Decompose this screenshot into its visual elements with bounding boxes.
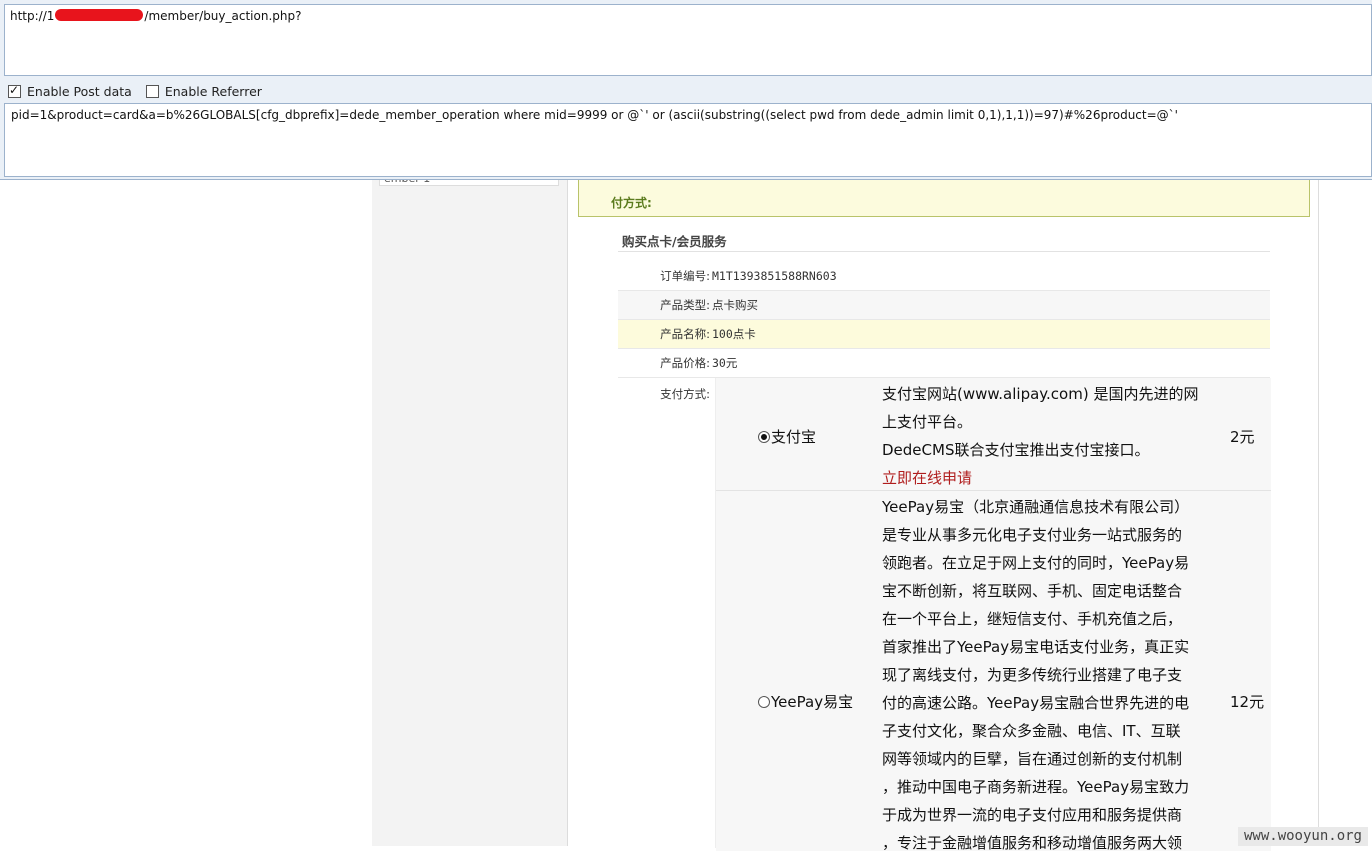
- desc-line: 网等领域内的巨擘，旨在通过创新的支付机制: [882, 750, 1183, 768]
- options-row: Enable Post data Enable Referrer: [8, 82, 276, 100]
- yeepay-description: YeePay易宝（北京通融通信息技术有限公司） 是专业从事多元化电子支付业务一站…: [882, 493, 1212, 857]
- payment-table: 支付宝 支付宝网站(www.alipay.com) 是国内先进的网 上支付平台。…: [715, 378, 1271, 852]
- enable-post-checkbox[interactable]: Enable Post data: [8, 83, 132, 99]
- section-divider: [618, 251, 1270, 252]
- alipay-name: 支付宝: [771, 428, 817, 446]
- desc-line: 付的高速公路。YeePay易宝融合世界先进的电: [882, 694, 1190, 712]
- enable-referrer-checkbox[interactable]: Enable Referrer: [145, 83, 262, 99]
- product-price-value: 30元: [712, 356, 738, 370]
- checkbox-box[interactable]: [8, 83, 21, 98]
- desc-line: ，推动中国电子商务新进程。YeePay易宝致力: [882, 778, 1190, 796]
- alipay-fee: 2元: [1230, 428, 1255, 446]
- desc-line: 是专业从事多元化电子支付业务一站式服务的: [882, 526, 1183, 544]
- enable-referrer-label: Enable Referrer: [164, 83, 262, 99]
- section-title: 购买点卡/会员服务: [622, 234, 727, 249]
- product-name-label: 产品名称:: [660, 327, 710, 341]
- enable-post-label: Enable Post data: [27, 83, 132, 99]
- product-type-row: 产品类型: 点卡购买: [618, 291, 1270, 320]
- yeepay-option[interactable]: YeePay易宝: [758, 691, 853, 712]
- yeepay-name: YeePay易宝: [771, 693, 854, 711]
- desc-line: ，专注于金融增值服务和移动增值服务两大领: [882, 834, 1183, 852]
- desc-line: 宝不断创新，将互联网、手机、固定电话整合: [882, 582, 1183, 600]
- yeepay-fee: 12元: [1230, 693, 1265, 711]
- payment-method-label: 支付方式:: [660, 387, 710, 401]
- desc-line: 在一个平台上，继短信支付、手机充值之后，: [882, 610, 1183, 628]
- payment-row-yeepay: YeePay易宝 YeePay易宝（北京通融通信息技术有限公司） 是专业从事多元…: [716, 491, 1271, 852]
- desc-line: DedeCMS联合支付宝推出支付宝接口。: [882, 441, 1150, 459]
- hackbar-panel: http://1/member/buy_action.php? Enable P…: [0, 0, 1372, 180]
- url-prefix: http://1: [10, 9, 55, 23]
- post-data-input[interactable]: pid=1&product=card&a=b%26GLOBALS[cfg_dbp…: [4, 103, 1372, 177]
- notice-label: 付方式:: [611, 196, 652, 210]
- watermark: www.wooyun.org: [1237, 827, 1368, 846]
- desc-line: 支付宝网站(www.alipay.com) 是国内先进的网: [882, 385, 1199, 403]
- product-type-label: 产品类型:: [660, 298, 710, 312]
- desc-line: 子支付文化，聚合众多金融、电信、IT、互联: [882, 722, 1181, 740]
- apply-online-link[interactable]: 立即在线申请: [882, 464, 1212, 492]
- url-input[interactable]: http://1/member/buy_action.php?: [4, 4, 1372, 76]
- alipay-option[interactable]: 支付宝: [758, 426, 816, 447]
- yeepay-radio[interactable]: [758, 695, 770, 708]
- desc-line: 上支付平台。: [882, 413, 973, 431]
- alipay-radio[interactable]: [758, 430, 770, 443]
- order-number-row: 订单编号: M1T1393851588RN603: [618, 262, 1270, 291]
- desc-line: 现了离线支付，为更多传统行业搭建了电子支: [882, 666, 1183, 684]
- payment-row-alipay: 支付宝 支付宝网站(www.alipay.com) 是国内先进的网 上支付平台。…: [716, 378, 1271, 491]
- product-name-value: 100点卡: [712, 327, 756, 341]
- product-type-value: 点卡购买: [712, 298, 758, 312]
- alipay-description: 支付宝网站(www.alipay.com) 是国内先进的网 上支付平台。 Ded…: [882, 380, 1212, 492]
- redaction-mark: [55, 9, 144, 21]
- desc-line: 于成为世界一流的电子支付应用和服务提供商: [882, 806, 1183, 824]
- product-price-row: 产品价格: 30元: [618, 349, 1270, 378]
- order-number-value: M1T1393851588RN603: [712, 269, 837, 283]
- url-suffix: /member/buy_action.php?: [144, 9, 302, 23]
- right-border: [1318, 180, 1332, 846]
- order-number-label: 订单编号:: [660, 269, 710, 283]
- product-price-label: 产品价格:: [660, 356, 710, 370]
- checkbox-box[interactable]: [145, 84, 159, 98]
- desc-line: 首家推出了YeePay易宝电话支付业务，真正实: [882, 638, 1190, 656]
- product-name-row: 产品名称: 100点卡: [618, 320, 1270, 349]
- desc-line: 领跑者。在立足于网上支付的同时，YeePay易: [882, 554, 1190, 572]
- desc-line: YeePay易宝（北京通融通信息技术有限公司）: [882, 498, 1190, 516]
